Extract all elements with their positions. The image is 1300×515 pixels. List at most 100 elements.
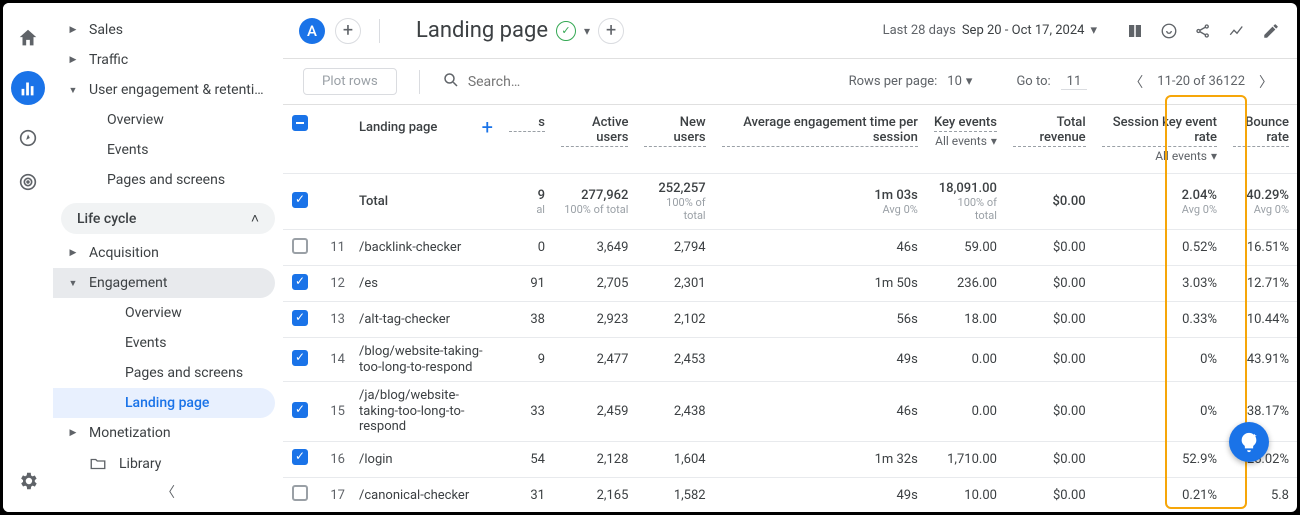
add-custom-button[interactable]: +: [598, 18, 624, 44]
collapse-sidebar-button[interactable]: 〈: [161, 482, 175, 502]
cell-avg: 56s: [714, 302, 926, 338]
label: Acquisition: [89, 245, 265, 261]
sidebar-item-sales[interactable]: ▶Sales: [53, 15, 275, 45]
sidebar-item-monetization[interactable]: ▶Monetization: [53, 418, 275, 448]
checkbox-icon[interactable]: [292, 274, 308, 290]
row-index: 16: [317, 441, 351, 477]
sidebar-sub-landing[interactable]: Landing page: [53, 388, 275, 418]
table-row[interactable]: 15 /ja/blog/website-taking-too-long-to-r…: [283, 382, 1297, 442]
checkbox-icon[interactable]: [292, 310, 308, 326]
sidebar-item-overview[interactable]: Overview: [53, 105, 275, 135]
label: Landing page: [359, 120, 437, 135]
cell-landing[interactable]: /es: [351, 266, 501, 302]
cell-avg: 46s: [714, 382, 926, 442]
cell-new: 2,438: [636, 382, 713, 442]
add-comparison-button[interactable]: +: [335, 18, 361, 44]
row-index: 17: [317, 477, 351, 512]
sidebar-item-engagement-retention[interactable]: ▼User engagement & retention: [53, 75, 275, 105]
cell-sessions: 38: [501, 302, 553, 338]
insights-icon[interactable]: [1159, 21, 1179, 41]
checkbox-icon[interactable]: [292, 449, 308, 465]
goto-input[interactable]: 11: [1061, 74, 1088, 90]
header-bounce[interactable]: Bounce rate: [1225, 105, 1297, 174]
table-row[interactable]: 12 /es 91 2,705 2,301 1m 50s 236.00 $0.0…: [283, 266, 1297, 302]
prev-page-button[interactable]: 〈: [1125, 72, 1147, 92]
chevron-down-icon[interactable]: ▾: [1211, 149, 1217, 163]
cell-sessions: 31: [501, 477, 553, 512]
header-sessions[interactable]: s: [501, 105, 553, 174]
cell-landing[interactable]: /ja/blog/website-taking-too-long-to-resp…: [351, 382, 501, 442]
header-landing[interactable]: Landing page +: [351, 105, 501, 174]
insights-fab[interactable]: [1229, 422, 1269, 462]
trend-icon[interactable]: [1227, 21, 1247, 41]
checkbox-icon[interactable]: [292, 238, 308, 254]
home-icon[interactable]: [17, 27, 39, 49]
next-page-button[interactable]: 〉: [1255, 72, 1277, 92]
cell-landing[interactable]: /backlink-checker: [351, 230, 501, 266]
sidebar-sub-events[interactable]: Events: [53, 328, 275, 358]
cell-landing[interactable]: /alt-tag-checker: [351, 302, 501, 338]
sidebar-item-events[interactable]: Events: [53, 135, 275, 165]
cell-new: 2,794: [636, 230, 713, 266]
date-range-picker[interactable]: Last 28 days Sep 20 - Oct 17, 2024 ▾: [883, 23, 1097, 38]
cell-active: 2,923: [553, 302, 636, 338]
settings-icon[interactable]: [17, 470, 39, 492]
sidebar-group-life-cycle[interactable]: Life cycle ˄: [61, 203, 275, 234]
header-avg-engagement[interactable]: Average engagement time per session: [714, 105, 926, 174]
cell-landing[interactable]: /blog/website-taking-too-long-to-respond: [351, 338, 501, 382]
checkbox-icon[interactable]: [292, 192, 308, 208]
cell-new: 2,102: [636, 302, 713, 338]
account-chip[interactable]: A: [299, 18, 325, 44]
sidebar-sub-overview[interactable]: Overview: [53, 298, 275, 328]
advertising-icon[interactable]: [17, 171, 39, 193]
cell-avg: 1m 50s: [714, 266, 926, 302]
checkbox-icon[interactable]: [292, 350, 308, 366]
sidebar-item-acquisition[interactable]: ▶Acquisition: [53, 238, 275, 268]
cell-key: 10.00: [926, 477, 1005, 512]
table-row[interactable]: 14 /blog/website-taking-too-long-to-resp…: [283, 338, 1297, 382]
header-revenue[interactable]: Total revenue: [1005, 105, 1094, 174]
cell-sessions: 54: [501, 441, 553, 477]
search-input[interactable]: [468, 74, 668, 90]
cell-key: 18.00: [926, 302, 1005, 338]
table-row[interactable]: 13 /alt-tag-checker 38 2,923 2,102 56s 1…: [283, 302, 1297, 338]
table-row[interactable]: 11 /backlink-checker 0 3,649 2,794 46s 5…: [283, 230, 1297, 266]
edit-icon[interactable]: [1261, 21, 1281, 41]
chevron-down-icon[interactable]: ▾: [584, 24, 590, 38]
header-checkbox[interactable]: [283, 105, 317, 174]
header-active[interactable]: Active users: [553, 105, 636, 174]
sidebar-sub-pages[interactable]: Pages and screens: [53, 358, 275, 388]
add-dimension-icon[interactable]: +: [482, 115, 493, 139]
sidebar-item-pages-screens[interactable]: Pages and screens: [53, 165, 275, 195]
sidebar-item-library[interactable]: Library: [53, 448, 275, 480]
reports-icon[interactable]: [11, 71, 45, 105]
customize-icon[interactable]: [1125, 21, 1145, 41]
cell-landing[interactable]: /login: [351, 441, 501, 477]
chevron-down-icon[interactable]: ▾: [991, 134, 997, 148]
cell-landing[interactable]: /canonical-checker: [351, 477, 501, 512]
plot-rows-button[interactable]: Plot rows: [303, 68, 397, 95]
table-row[interactable]: 16 /login 54 2,128 1,604 1m 32s 1,710.00…: [283, 441, 1297, 477]
checkbox-icon[interactable]: [292, 485, 308, 501]
explore-icon[interactable]: [17, 127, 39, 149]
sidebar-item-engagement[interactable]: ▼Engagement: [53, 268, 275, 298]
table-wrap[interactable]: Landing page + s Active users New users A…: [283, 105, 1297, 512]
main-content: A + Landing page ✓ ▾ + Last 28 days Sep …: [283, 3, 1297, 512]
table-row[interactable]: 17 /canonical-checker 31 2,165 1,582 49s…: [283, 477, 1297, 512]
header-key-events[interactable]: Key eventsAll events▾: [926, 105, 1005, 174]
label: Pages and screens: [125, 365, 265, 381]
cell-bounce: 16.51%: [1225, 230, 1297, 266]
checkbox-icon[interactable]: [292, 402, 308, 418]
cell-sessions: 9: [501, 338, 553, 382]
sidebar-item-traffic[interactable]: ▶Traffic: [53, 45, 275, 75]
divider: [419, 70, 420, 94]
share-icon[interactable]: [1193, 21, 1213, 41]
label: Traffic: [89, 52, 265, 68]
rpp-select[interactable]: 10 ▾: [947, 74, 972, 89]
header-new[interactable]: New users: [636, 105, 713, 174]
checkbox-indeterminate-icon[interactable]: [292, 115, 308, 131]
label: Pages and screens: [107, 172, 265, 188]
verified-icon[interactable]: ✓: [556, 21, 576, 41]
rpp-label: Rows per page:: [849, 74, 938, 89]
header-session-key-rate[interactable]: Session key event rateAll events▾: [1094, 105, 1225, 174]
